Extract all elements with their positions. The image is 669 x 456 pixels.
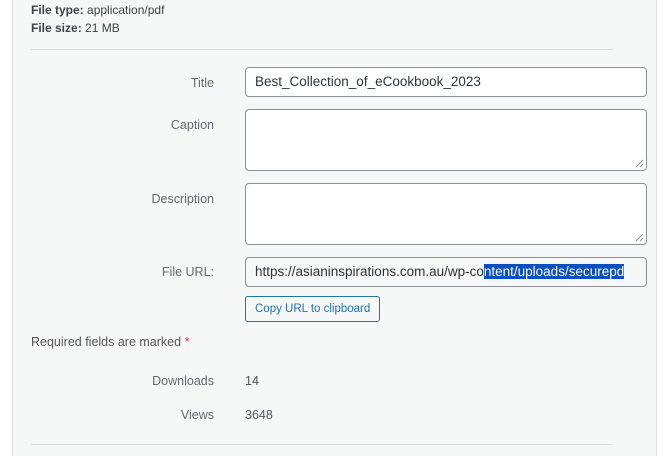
required-marker: *	[184, 335, 190, 349]
downloads-label: Downloads	[152, 374, 214, 388]
caption-textarea[interactable]	[245, 109, 647, 171]
caption-label: Caption	[170, 118, 214, 132]
required-fields-note: Required fields are marked *	[31, 335, 189, 349]
file-url-selected-text: ntent/uploads/securepd	[483, 264, 625, 279]
file-url-input[interactable]: https://asianinspirations.com.au/wp-cont…	[245, 257, 647, 287]
divider-top	[31, 49, 613, 50]
resize-grip-icon[interactable]	[635, 159, 644, 168]
divider-bottom	[31, 444, 613, 445]
resize-grip-icon[interactable]	[635, 233, 644, 242]
file-size-label: File size:	[31, 21, 82, 35]
title-input[interactable]: Best_Collection_of_eCookbook_2023	[245, 67, 647, 97]
file-url-label: File URL:	[161, 265, 214, 279]
description-textarea[interactable]	[245, 183, 647, 245]
file-type-value: application/pdf	[87, 3, 165, 17]
views-label: Views	[180, 408, 214, 422]
file-size-row: File size: 21 MB	[31, 19, 120, 37]
required-note-text: Required fields are marked	[31, 335, 182, 349]
file-type-label: File type:	[31, 3, 84, 17]
file-url-text: https://asianinspirations.com.au/wp-co	[255, 264, 484, 279]
title-label: Title	[190, 76, 214, 90]
file-size-value: 21 MB	[85, 21, 120, 35]
description-label: Description	[151, 192, 214, 206]
attachment-details-panel: File type: application/pdf File size: 21…	[12, 0, 657, 456]
file-type-row: File type: application/pdf	[31, 1, 164, 19]
views-value: 3648	[245, 408, 273, 422]
copy-url-button[interactable]: Copy URL to clipboard	[245, 296, 381, 322]
downloads-value: 14	[245, 374, 259, 388]
